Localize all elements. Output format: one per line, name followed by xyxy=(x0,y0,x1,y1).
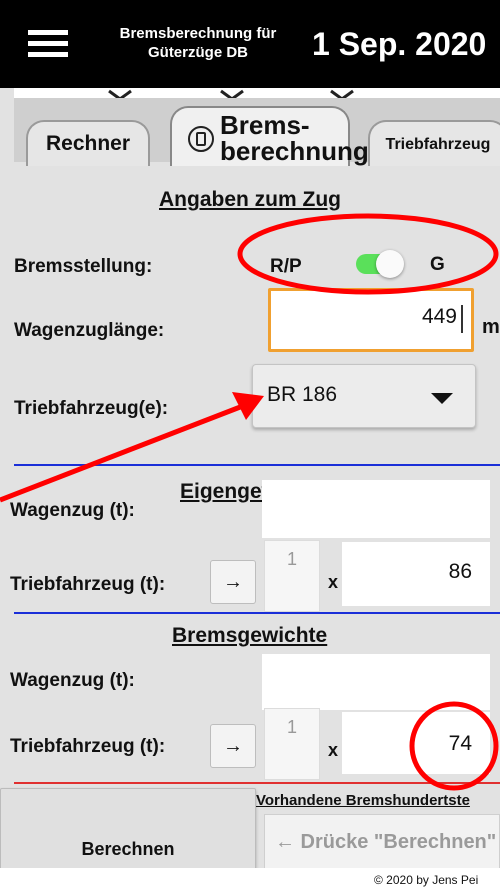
section-title-train: Angaben zum Zug xyxy=(159,188,341,211)
tab-label: Triebfahrzeug xyxy=(385,136,491,153)
text-caret xyxy=(461,305,463,333)
own-loco-count-value: 1 xyxy=(286,549,297,569)
brake-setting-toggle[interactable] xyxy=(356,250,404,278)
multiply-sign: x xyxy=(328,572,339,592)
brake-wagon-input[interactable] xyxy=(262,654,490,710)
hamburger-menu-icon[interactable] xyxy=(28,30,68,58)
brake-wagon-label: Wagenzug (t): xyxy=(10,670,135,691)
result-hint: ← Drücke "Berechnen" xyxy=(275,831,497,853)
divider-blue xyxy=(14,612,500,614)
tab-label: Rechner xyxy=(45,132,131,155)
result-title: Vorhandene Bremshundertste xyxy=(256,792,470,809)
app-screen: Bremsberechnung für Güterzüge DB 1 Sep. … xyxy=(0,0,500,892)
multiply-sign: x xyxy=(328,740,339,760)
dropdown-arrow-icon xyxy=(431,393,453,404)
locomotive-select[interactable]: BR 186 xyxy=(252,364,476,428)
collapse-strip xyxy=(14,88,500,98)
brake-setting-label: Bremsstellung: xyxy=(14,256,153,277)
calculator-icon xyxy=(188,126,214,152)
tab-label-line2: berechnung xyxy=(220,136,369,166)
wagon-length-input[interactable]: 449 xyxy=(268,288,474,352)
own-loco-label: Triebfahrzeug (t): xyxy=(10,574,166,595)
brake-loco-count-value: 1 xyxy=(286,717,297,737)
brake-loco-label: Triebfahrzeug (t): xyxy=(10,736,166,757)
copyright-text: © 2020 by Jens Pei xyxy=(374,873,479,887)
divider-blue xyxy=(14,464,500,466)
brake-loco-value: 74 xyxy=(448,732,472,755)
locomotive-label: Triebfahrzeug(e): xyxy=(14,398,169,419)
brake-loco-count[interactable]: 1 xyxy=(264,708,320,780)
toggle-thumb xyxy=(376,250,404,278)
own-wagon-label: Wagenzug (t): xyxy=(10,500,135,521)
footer: © 2020 by Jens Pei xyxy=(0,868,500,892)
app-title-line1: Bremsberechnung für xyxy=(119,25,277,42)
wagon-length-label: Wagenzuglänge: xyxy=(14,320,165,341)
app-title-line2: Güterzüge DB xyxy=(147,44,248,61)
calculate-button-label: Berechnen xyxy=(81,839,175,859)
length-unit: m xyxy=(482,316,500,338)
locomotive-selected: BR 186 xyxy=(267,383,338,406)
tab-rechner[interactable]: Rechner xyxy=(26,120,150,166)
own-wagon-input[interactable] xyxy=(262,480,490,538)
app-header: Bremsberechnung für Güterzüge DB 1 Sep. … xyxy=(0,0,500,88)
tab-triebfahrzeug[interactable]: Triebfahrzeug xyxy=(368,120,500,166)
tab-bremsberechnung[interactable]: Brems- berechnung xyxy=(170,106,369,170)
app-title: Bremsberechnung für Güterzüge DB xyxy=(108,24,288,62)
header-date: 1 Sep. 2020 xyxy=(312,26,487,62)
wagon-length-value: 449 xyxy=(421,305,457,328)
brake-option-rp: R/P xyxy=(270,256,302,277)
own-loco-count[interactable]: 1 xyxy=(264,540,320,612)
own-loco-input[interactable]: 86 xyxy=(342,542,490,606)
section-title-brake-weights: Bremsgewichte xyxy=(172,624,328,647)
brake-loco-copy-button[interactable]: → xyxy=(210,724,256,768)
brake-loco-input[interactable]: 74 xyxy=(342,712,490,774)
own-loco-copy-button[interactable]: → xyxy=(210,560,256,604)
own-loco-value: 86 xyxy=(448,560,472,583)
divider-red xyxy=(14,782,500,784)
brake-option-g: G xyxy=(430,254,445,275)
